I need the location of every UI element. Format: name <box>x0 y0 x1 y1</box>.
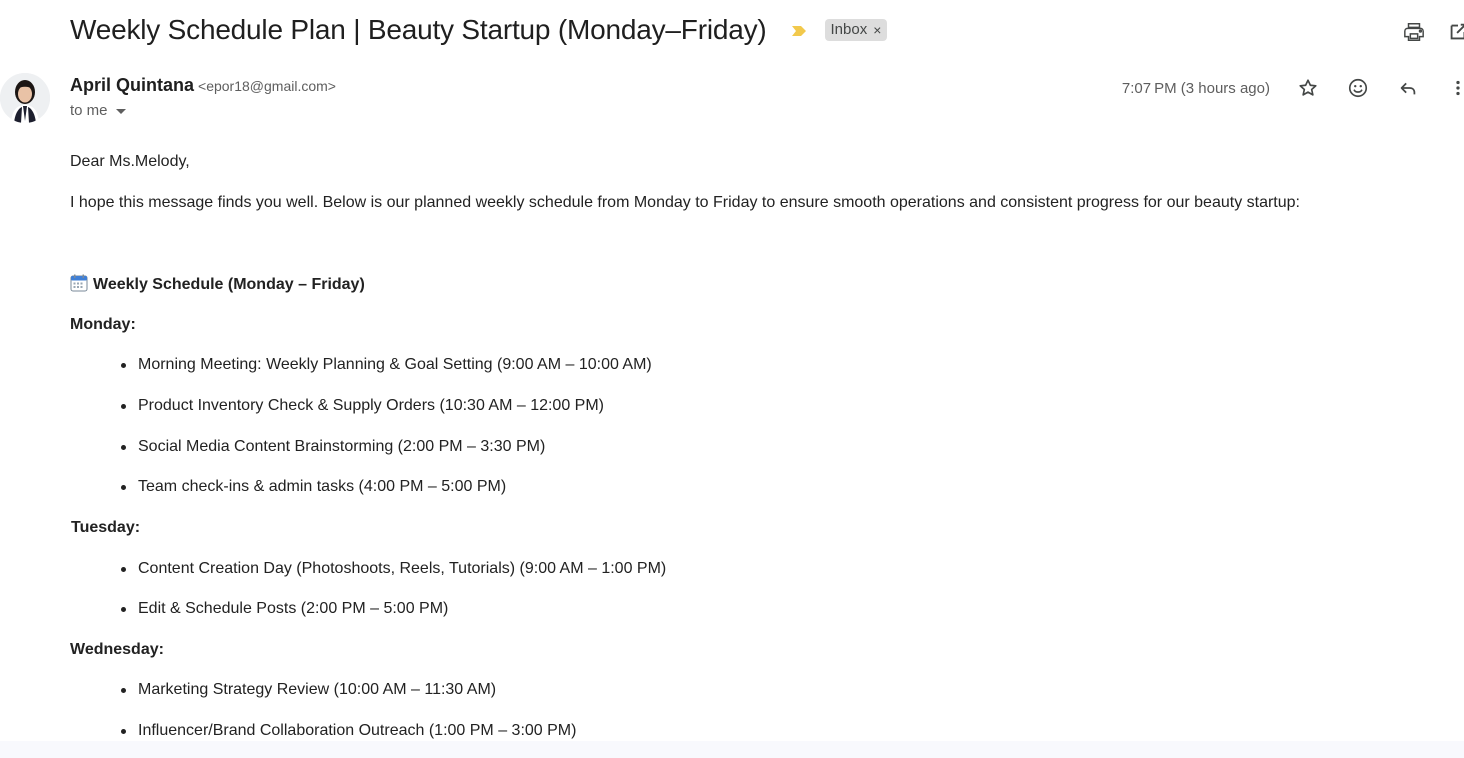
label-chip-text: Inbox <box>830 21 868 38</box>
message-meta: 7:07 PM (3 hours ago) <box>1122 76 1464 100</box>
subject-row: Weekly Schedule Plan | Beauty Startup (M… <box>70 14 888 46</box>
day-heading-wednesday: Wednesday: <box>70 641 164 658</box>
label-chip-inbox[interactable]: Inbox × <box>824 19 888 41</box>
emoji-reaction-icon[interactable] <box>1346 76 1370 100</box>
greeting: Dear Ms.Melody, <box>70 153 190 170</box>
list-item: Team check-ins & admin tasks (4:00 PM – … <box>120 478 507 495</box>
print-icon[interactable] <box>1402 20 1426 44</box>
list-item: Content Creation Day (Photoshoots, Reels… <box>120 560 667 577</box>
message-timestamp: 7:07 PM (3 hours ago) <box>1121 79 1270 97</box>
sender-email: <epor18@gmail.com> <box>198 78 336 94</box>
day-heading-tuesday: Tuesday: <box>71 519 141 536</box>
list-item: Morning Meeting: Weekly Planning & Goal … <box>121 356 652 373</box>
more-vert-icon[interactable] <box>1446 76 1464 100</box>
message-actions <box>1296 76 1464 100</box>
list-item: Edit & Schedule Posts (2:00 PM – 5:00 PM… <box>120 600 449 617</box>
sender-name[interactable]: April Quintana <box>70 75 194 96</box>
schedule-title: Weekly Schedule (Monday – Friday) <box>93 276 365 293</box>
sender-line: April Quintana <epor18@gmail.com> <box>70 75 336 96</box>
intro-paragraph: I hope this message finds you well. Belo… <box>70 194 1300 211</box>
list-item: Marketing Strategy Review (10:00 AM – 11… <box>120 681 497 698</box>
chevron-down-icon[interactable] <box>115 109 126 114</box>
sender-avatar[interactable] <box>0 73 50 123</box>
recipient-text: to me <box>70 102 108 119</box>
calendar-emoji-icon <box>70 274 88 292</box>
star-icon[interactable] <box>1296 76 1320 100</box>
email-subject: Weekly Schedule Plan | Beauty Startup (M… <box>70 14 767 45</box>
bottom-bar <box>0 741 1464 758</box>
list-item: Product Inventory Check & Supply Orders … <box>121 397 604 414</box>
email-view: Weekly Schedule Plan | Beauty Startup (M… <box>0 0 1464 758</box>
day-heading-monday: Monday: <box>70 316 136 333</box>
list-item: Social Media Content Brainstorming (2:00… <box>120 438 546 455</box>
reply-icon[interactable] <box>1396 76 1420 100</box>
schedule-heading: Weekly Schedule (Monday – Friday) <box>70 274 365 295</box>
open-in-new-window-icon[interactable] <box>1446 20 1464 44</box>
list-item: Influencer/Brand Collaboration Outreach … <box>120 722 577 739</box>
remove-label-icon[interactable]: × <box>873 22 881 38</box>
thread-actions <box>1402 20 1464 44</box>
importance-marker-icon[interactable] <box>791 24 807 36</box>
recipient-details-toggle[interactable]: to me <box>70 102 126 119</box>
